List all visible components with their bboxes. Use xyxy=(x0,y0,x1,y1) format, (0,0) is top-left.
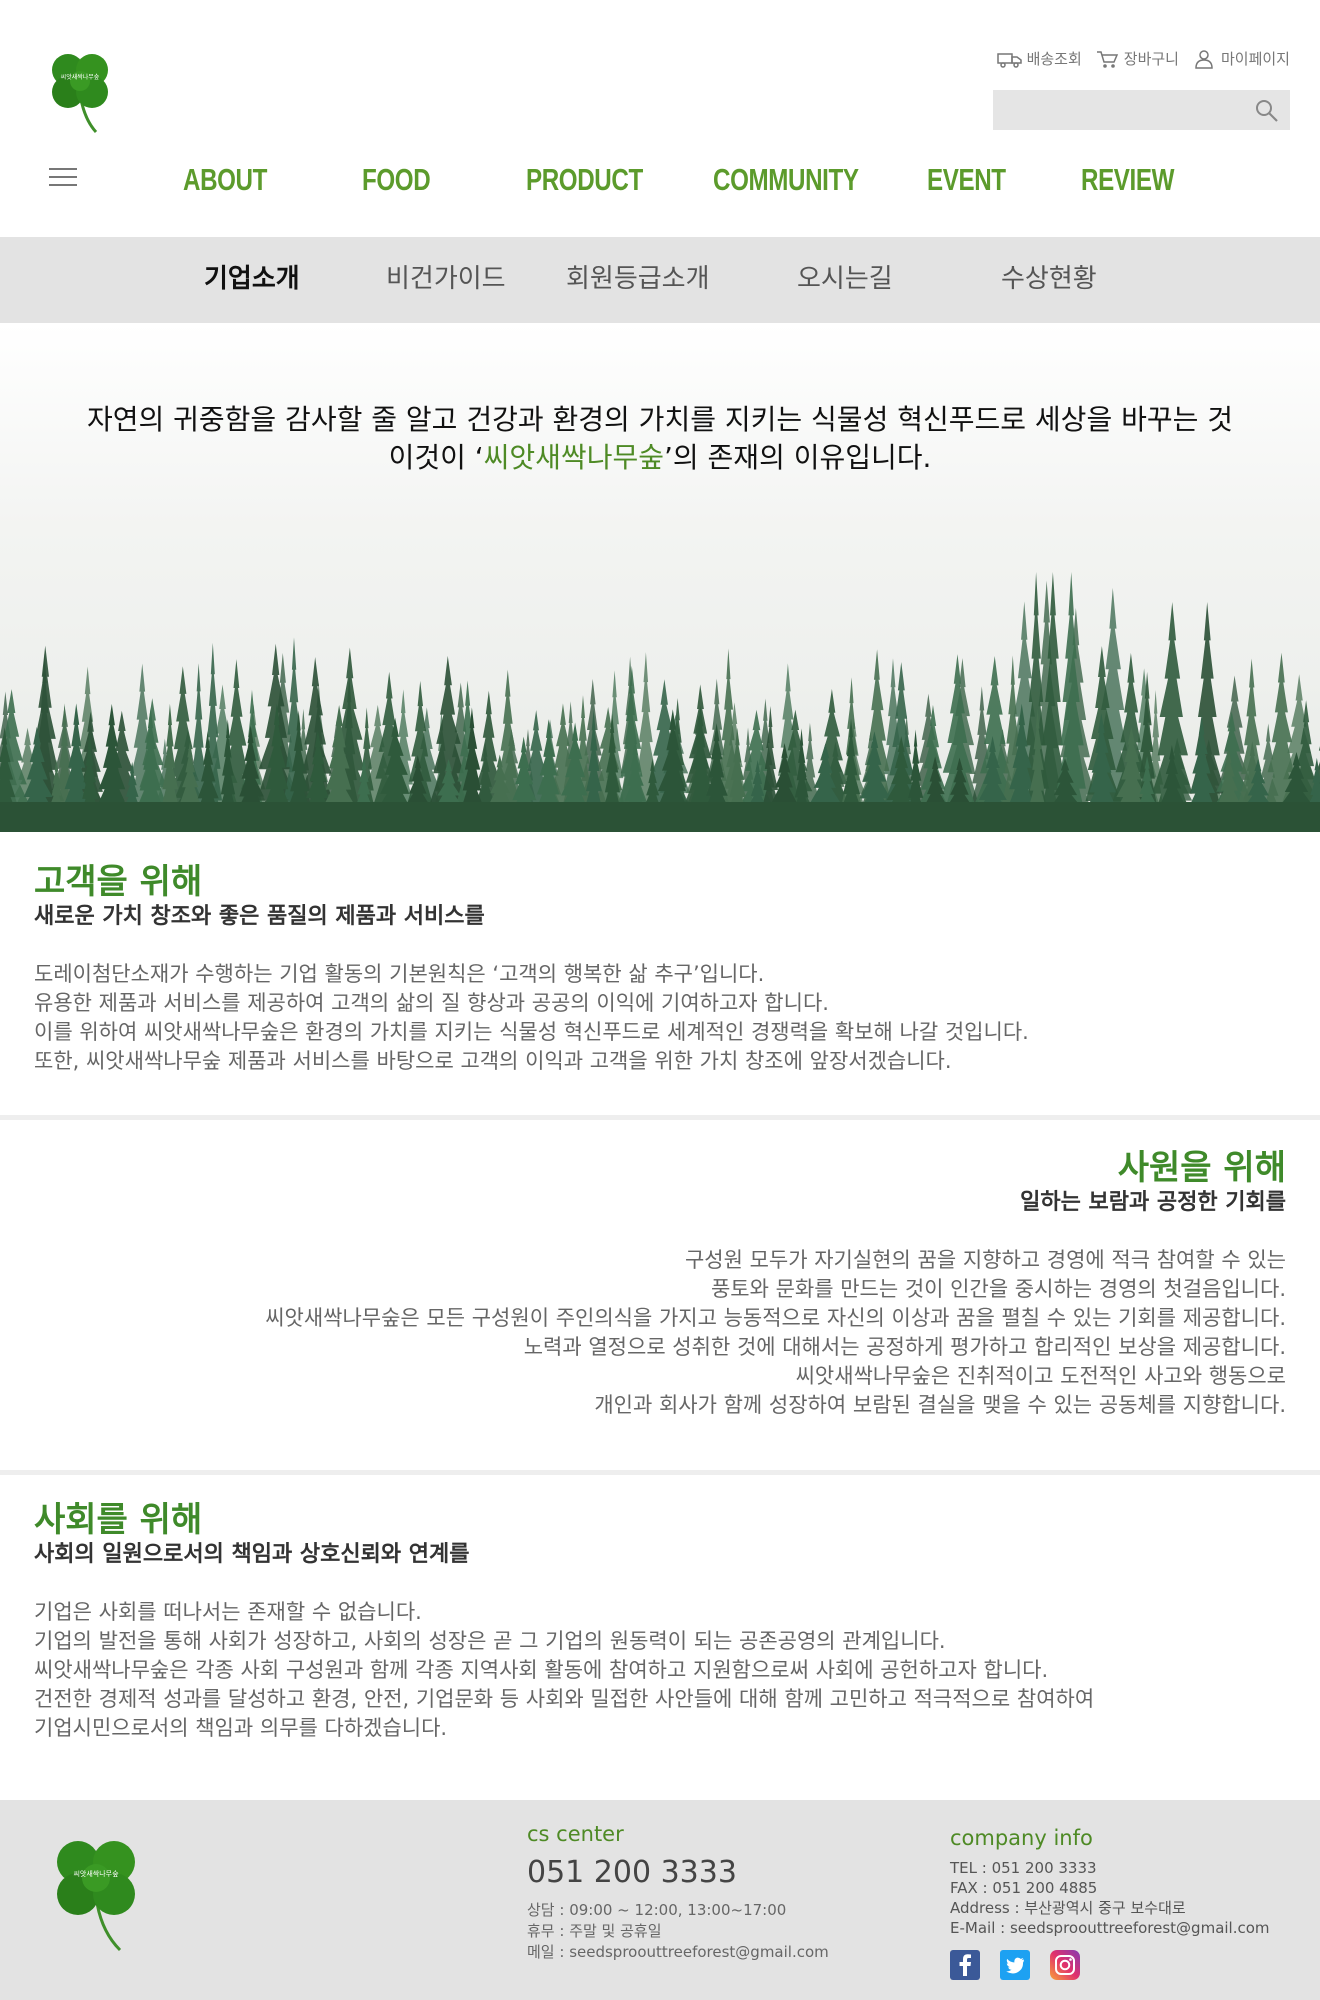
section-body: 도레이첨단소재가 수행하는 기업 활동의 기본원칙은 ‘고객의 행복한 삶 추구… xyxy=(34,962,1029,1073)
hero-line-2: 이것이 ‘씨앗새싹나무숲’의 존재의 이유입니다. xyxy=(388,441,932,474)
subnav-directions[interactable]: 오시는길 xyxy=(797,259,893,299)
section-title: 사회를 위해 xyxy=(34,1500,203,1540)
facebook-icon[interactable] xyxy=(950,1950,980,1980)
company-info-label: company info xyxy=(950,1826,1093,1850)
hero-banner: 자연의 귀중함을 감사할 줄 알고 건강과 환경의 가치를 지키는 식물성 혁신… xyxy=(0,323,1320,832)
utility-menu: 배송조회 장바구니 마이페이지 xyxy=(996,48,1290,69)
search-box xyxy=(993,90,1290,130)
section-subtitle: 사회의 일원으로서의 책임과 상호신뢰와 연계를 xyxy=(34,1542,470,1567)
nav-product[interactable]: PRODUCT xyxy=(526,158,643,202)
mypage-label: 마이페이지 xyxy=(1220,50,1290,68)
section-employees: 사원을 위해 일하는 보람과 공정한 기회를 구성원 모두가 자기실현의 꿈을 … xyxy=(0,1148,1320,1420)
site-header: 씨앗새싹나무숲 배송조회 장바구니 마이페이지 ABOUT FOOD PRODU… xyxy=(0,0,1320,237)
nav-event[interactable]: EVENT xyxy=(927,158,1006,202)
sub-nav: 기업소개 비건가이드 회원등급소개 오시는길 수상현황 xyxy=(0,237,1320,323)
cart-link[interactable]: 장바구니 xyxy=(1094,48,1179,69)
nav-food[interactable]: FOOD xyxy=(362,158,431,202)
social-links xyxy=(950,1950,1270,1980)
section-customers: 고객을 위해 새로운 가치 창조와 좋은 품질의 제품과 서비스를 도레이첨단소… xyxy=(0,862,1320,1076)
search-input[interactable] xyxy=(993,90,1243,130)
hero-message: 자연의 귀중함을 감사할 줄 알고 건강과 환경의 가치를 지키는 식물성 혁신… xyxy=(0,401,1320,477)
forest-ground xyxy=(0,802,1320,832)
section-body: 기업은 사회를 떠나서는 존재할 수 없습니다. 기업의 발전을 통해 사회가 … xyxy=(34,1600,1095,1740)
site-footer: 씨앗새싹나무숲 cs center 051 200 3333 상담 : 09:0… xyxy=(0,1800,1320,2000)
hero-brand-name: 씨앗새싹나무숲 xyxy=(483,441,664,474)
section-title: 사원을 위해 xyxy=(1117,1148,1286,1188)
section-title: 고객을 위해 xyxy=(34,862,203,902)
subnav-company-intro[interactable]: 기업소개 xyxy=(204,259,300,299)
forest-image xyxy=(0,572,1320,832)
section-subtitle: 일하는 보람과 공정한 기회를 xyxy=(1020,1190,1286,1215)
cs-info: 상담 : 09:00 ~ 12:00, 13:00~17:00 휴무 : 주말 … xyxy=(527,1901,829,1961)
subnav-membership-tiers[interactable]: 회원등급소개 xyxy=(566,259,710,299)
clover-logo-icon[interactable]: 씨앗새싹나무숲 xyxy=(48,1830,144,1952)
cs-center-label: cs center xyxy=(527,1822,624,1846)
truck-icon xyxy=(996,52,1022,68)
subnav-vegan-guide[interactable]: 비건가이드 xyxy=(386,259,506,299)
mypage-link[interactable]: 마이페이지 xyxy=(1191,48,1290,69)
section-society: 사회를 위해 사회의 일원으로서의 책임과 상호신뢰와 연계를 기업은 사회를 … xyxy=(0,1500,1320,1743)
instagram-icon[interactable] xyxy=(1050,1950,1080,1980)
section-body: 구성원 모두가 자기실현의 꿈을 지향하고 경영에 적극 참여할 수 있는 풍토… xyxy=(265,1248,1286,1417)
cart-icon xyxy=(1096,50,1118,68)
company-details: TEL : 051 200 3333 FAX : 051 200 4885 Ad… xyxy=(950,1859,1270,1937)
delivery-tracking-label: 배송조회 xyxy=(1026,50,1082,68)
nav-review[interactable]: REVIEW xyxy=(1081,158,1174,202)
user-icon xyxy=(1195,49,1213,69)
clover-logo-icon[interactable]: 씨앗새싹나무숲 xyxy=(44,44,116,134)
company-info: company info TEL : 051 200 3333 FAX : 05… xyxy=(950,1824,1270,1980)
hero-line-1: 자연의 귀중함을 감사할 줄 알고 건강과 환경의 가치를 지키는 식물성 혁신… xyxy=(86,403,1234,436)
twitter-icon[interactable] xyxy=(1000,1950,1030,1980)
section-divider xyxy=(0,1470,1320,1475)
delivery-tracking-link[interactable]: 배송조회 xyxy=(996,48,1082,69)
svg-text:씨앗새싹나무숲: 씨앗새싹나무숲 xyxy=(73,1869,119,1878)
cs-center: cs center 051 200 3333 상담 : 09:00 ~ 12:0… xyxy=(527,1820,829,1963)
section-divider xyxy=(0,1115,1320,1120)
cart-label: 장바구니 xyxy=(1123,50,1179,68)
svg-text:씨앗새싹나무숲: 씨앗새싹나무숲 xyxy=(61,73,100,81)
section-subtitle: 새로운 가치 창조와 좋은 품질의 제품과 서비스를 xyxy=(34,904,485,929)
main-nav: ABOUT FOOD PRODUCT COMMUNITY EVENT REVIE… xyxy=(0,158,1320,202)
nav-about[interactable]: ABOUT xyxy=(183,158,267,202)
nav-community[interactable]: COMMUNITY xyxy=(713,158,859,202)
search-icon[interactable] xyxy=(1254,98,1280,124)
subnav-awards[interactable]: 수상현황 xyxy=(1001,259,1097,299)
cs-phone[interactable]: 051 200 3333 xyxy=(527,1852,829,1894)
